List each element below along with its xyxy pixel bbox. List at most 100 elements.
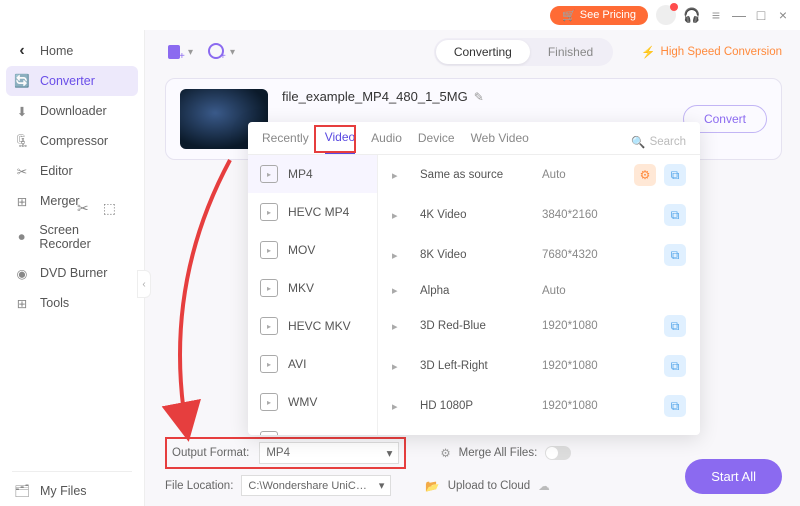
- sidebar-item-compressor[interactable]: 🗜Compressor: [0, 126, 144, 156]
- sidebar-item-downloader[interactable]: ⬇Downloader: [0, 96, 144, 126]
- maximize-button[interactable]: □: [754, 7, 768, 23]
- sidebar-item-dvd-burner[interactable]: ◉DVD Burner: [0, 258, 144, 288]
- chevron-left-icon: ‹: [14, 43, 30, 59]
- menu-icon[interactable]: ≡: [708, 7, 724, 23]
- tab-web-video[interactable]: Web Video: [471, 131, 529, 153]
- preset-item[interactable]: ▸3D Red-Blue1920*1080⧉: [378, 306, 700, 346]
- scissors-icon: ✂: [14, 163, 30, 179]
- output-format-select[interactable]: MP4▾: [259, 442, 399, 464]
- copy-icon[interactable]: ⧉: [664, 395, 686, 417]
- preset-name: Same as source: [420, 169, 530, 181]
- cloud-icon[interactable]: ☁: [538, 479, 550, 493]
- format-item[interactable]: ▸AVI: [248, 345, 377, 383]
- copy-icon[interactable]: ⧉: [664, 315, 686, 337]
- preset-resolution: 7680*4320: [542, 249, 622, 261]
- merge-label: Merge All Files:: [459, 447, 538, 459]
- seg-converting[interactable]: Converting: [436, 40, 530, 64]
- format-icon: ▸: [260, 203, 278, 221]
- add-file-button[interactable]: +▾: [165, 42, 193, 62]
- sidebar-item-converter[interactable]: 🔄Converter: [6, 66, 138, 96]
- format-item[interactable]: ▸M4V: [248, 421, 377, 435]
- minimize-button[interactable]: —: [732, 7, 746, 23]
- preset-resolution: Auto: [542, 285, 622, 297]
- sidebar-item-screen-recorder[interactable]: ⏺ Screen Recorder: [0, 216, 144, 258]
- play-icon: ▸: [392, 400, 408, 413]
- format-label: MP4: [288, 167, 313, 181]
- folder-open-icon[interactable]: 📂: [425, 479, 439, 493]
- preset-item[interactable]: ▸HD 720P1280*720⧉: [378, 426, 700, 435]
- merge-toggle[interactable]: [545, 446, 571, 460]
- search-input[interactable]: 🔍Search: [631, 135, 686, 149]
- download-icon: ⬇: [14, 103, 30, 119]
- headset-icon[interactable]: 🎧: [684, 7, 700, 23]
- merge-icon: ⊞: [14, 193, 30, 209]
- play-icon: ▸: [392, 320, 408, 333]
- sidebar-item-label: Merger: [40, 194, 80, 208]
- sidebar-item-label: Converter: [40, 74, 95, 88]
- copy-icon[interactable]: ⧉: [664, 355, 686, 377]
- tab-recently[interactable]: Recently: [262, 131, 309, 153]
- see-pricing-button[interactable]: 🛒 See Pricing: [550, 6, 648, 25]
- record-icon: ⏺: [14, 229, 29, 245]
- seg-finished[interactable]: Finished: [530, 40, 611, 64]
- svg-text:+: +: [220, 51, 226, 62]
- copy-icon[interactable]: ⧉: [664, 244, 686, 266]
- tab-device[interactable]: Device: [418, 131, 455, 153]
- cut-icon[interactable]: ✂: [77, 200, 89, 217]
- format-icon: ▸: [260, 393, 278, 411]
- preset-item[interactable]: ▸3D Left-Right1920*1080⧉: [378, 346, 700, 386]
- format-label: MOV: [288, 243, 315, 257]
- tab-audio[interactable]: Audio: [371, 131, 402, 153]
- preset-item[interactable]: ▸HD 1080P1920*1080⧉: [378, 386, 700, 426]
- format-item[interactable]: ▸ MP4: [248, 155, 377, 193]
- gear-icon[interactable]: ⚙: [634, 164, 656, 186]
- format-label: AVI: [288, 357, 306, 371]
- preset-name: 8K Video: [420, 249, 530, 261]
- sidebar-item-label: Tools: [40, 296, 69, 310]
- format-item[interactable]: ▸HEVC MP4: [248, 193, 377, 231]
- file-location-label: File Location:: [165, 480, 233, 492]
- add-folder-button[interactable]: +▾: [207, 42, 235, 62]
- file-location-select[interactable]: C:\Wondershare UniConverter▾: [241, 475, 391, 496]
- avatar-icon[interactable]: [656, 5, 676, 25]
- chevron-down-icon: ▾: [387, 446, 393, 460]
- copy-icon[interactable]: ⧉: [664, 164, 686, 186]
- format-item[interactable]: ▸MOV: [248, 231, 377, 269]
- preset-name: HD 1080P: [420, 400, 530, 412]
- preset-resolution: 1920*1080: [542, 320, 622, 332]
- preset-item[interactable]: ▸Same as sourceAuto⚙⧉: [378, 155, 700, 195]
- sidebar-item-home[interactable]: ‹ Home: [0, 36, 144, 66]
- titlebar: 🛒 See Pricing 🎧 ≡ — □ ×: [0, 0, 800, 30]
- preset-resolution: 1920*1080: [542, 360, 622, 372]
- status-segmented: Converting Finished: [434, 38, 613, 66]
- edit-icon[interactable]: ✎: [474, 90, 484, 104]
- preset-resolution: 3840*2160: [542, 209, 622, 221]
- sidebar-item-tools[interactable]: ⊞Tools: [0, 288, 144, 318]
- settings-icon[interactable]: ⚙: [440, 446, 450, 460]
- format-list: ▸MP4▸HEVC MP4▸MOV▸MKV▸HEVC MKV▸AVI▸WMV▸M…: [248, 155, 378, 435]
- start-all-button[interactable]: Start All: [685, 459, 782, 494]
- format-label: WMV: [288, 395, 317, 409]
- format-item[interactable]: ▸ WMV: [248, 383, 377, 421]
- crop-icon[interactable]: ⬚: [103, 200, 116, 217]
- format-icon: ▸: [260, 165, 278, 183]
- sidebar-item-my-files[interactable]: 🗂My Files: [0, 476, 144, 506]
- sidebar-item-label: Home: [40, 44, 73, 58]
- format-icon: ▸: [260, 279, 278, 297]
- format-item[interactable]: ▸HEVC MKV: [248, 307, 377, 345]
- play-icon: ▸: [392, 209, 408, 222]
- tab-video[interactable]: Video: [325, 130, 355, 154]
- close-button[interactable]: ×: [776, 7, 790, 23]
- preset-item[interactable]: ▸8K Video7680*4320⧉: [378, 235, 700, 275]
- output-format-label: Output Format:: [172, 447, 249, 459]
- copy-icon[interactable]: ⧉: [664, 204, 686, 226]
- sidebar-item-editor[interactable]: ✂Editor: [0, 156, 144, 186]
- sidebar-item-label: Screen Recorder: [39, 223, 130, 251]
- sidebar-item-label: Compressor: [40, 134, 108, 148]
- collapse-handle[interactable]: ‹: [137, 270, 151, 298]
- preset-item[interactable]: ▸AlphaAuto: [378, 275, 700, 306]
- format-label: M4V: [288, 433, 313, 435]
- format-item[interactable]: ▸MKV: [248, 269, 377, 307]
- preset-item[interactable]: ▸4K Video3840*2160⧉: [378, 195, 700, 235]
- output-format-row: Output Format: MP4▾: [165, 437, 406, 469]
